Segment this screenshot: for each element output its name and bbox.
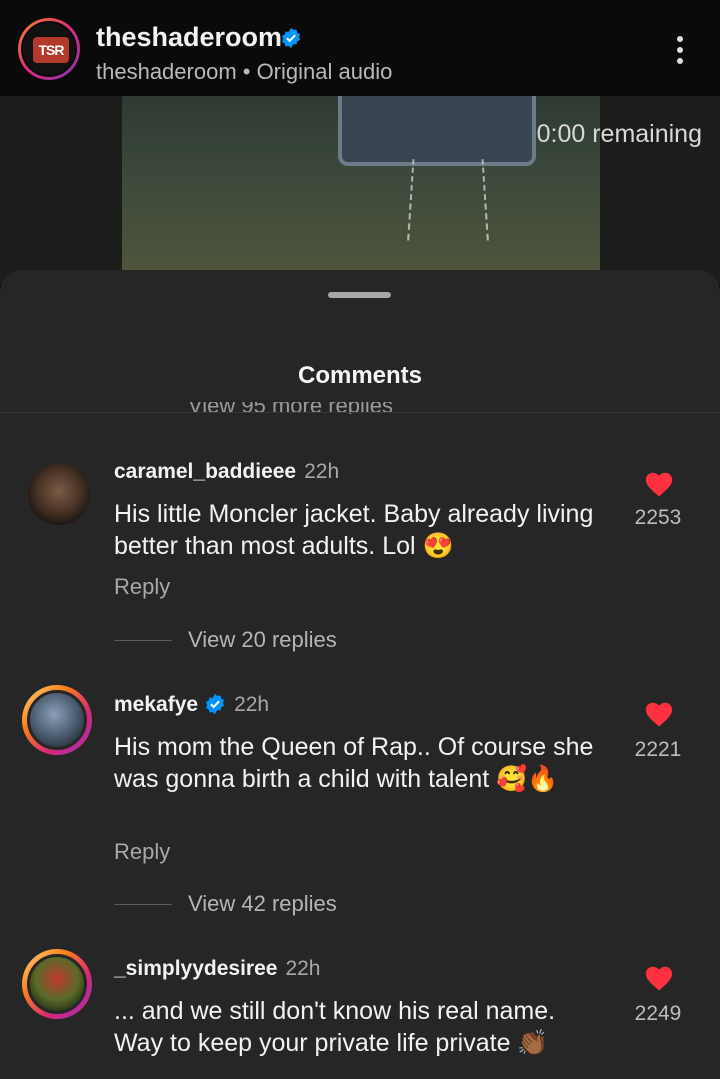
avatar-image	[27, 954, 87, 1014]
account-name[interactable]: theshaderoom	[96, 22, 282, 53]
audio-subline[interactable]: theshaderoom • Original audio	[96, 59, 392, 85]
verified-badge-icon	[281, 27, 301, 49]
reply-button[interactable]: Reply	[114, 574, 170, 600]
avatar-inner: TSR	[21, 21, 77, 77]
reply-button[interactable]: Reply	[114, 839, 170, 865]
comment-time: 22h	[304, 460, 340, 483]
view-replies-button[interactable]: View 42 replies	[188, 891, 337, 917]
avatar-image	[27, 690, 87, 750]
comment-text: His little Moncler jacket. Baby already …	[114, 500, 594, 560]
time-remaining: 0:00 remaining	[536, 120, 702, 148]
like-count: 2249	[634, 1002, 682, 1025]
avatar[interactable]	[22, 685, 92, 755]
sheet-title: Comments	[297, 362, 423, 389]
avatar[interactable]	[22, 460, 92, 530]
basketball-hoop-image	[338, 96, 536, 166]
comment-time: 22h	[234, 693, 270, 716]
comment-username[interactable]: caramel_baddieee 22h	[114, 460, 339, 484]
like-count: 2221	[634, 738, 682, 761]
video-player[interactable]: 0:00 remaining	[0, 96, 720, 286]
view-replies-button[interactable]: View 20 replies	[188, 627, 337, 653]
comments-sheet: Comments View 95 more replies caramel_ba…	[0, 270, 720, 1079]
comment-text: ... and we still don't know his real nam…	[114, 997, 556, 1057]
like-count: 2253	[634, 506, 682, 529]
verified-badge-icon	[205, 693, 225, 715]
view-replies-line	[114, 640, 172, 641]
hoop-net-image	[407, 159, 489, 241]
comment-username[interactable]: _simplyydesiree 22h	[114, 957, 320, 981]
divider	[0, 412, 720, 413]
comment-text: His mom the Queen of Rap.. Of course she…	[114, 733, 594, 793]
comment-username[interactable]: mekafye 22h	[114, 693, 269, 717]
account-avatar[interactable]: TSR	[18, 18, 80, 80]
tsr-logo: TSR	[33, 37, 69, 63]
avatar-image	[28, 463, 90, 525]
view-replies-line	[114, 904, 172, 905]
top-bar: TSR theshaderoom theshaderoom • Original…	[0, 0, 720, 96]
like-heart-icon[interactable]	[644, 470, 674, 498]
comment-time: 22h	[285, 957, 321, 980]
avatar[interactable]	[22, 949, 92, 1019]
drag-handle[interactable]	[328, 292, 391, 298]
more-options-icon[interactable]	[665, 36, 695, 70]
like-heart-icon[interactable]	[644, 964, 674, 992]
like-heart-icon[interactable]	[644, 700, 674, 728]
